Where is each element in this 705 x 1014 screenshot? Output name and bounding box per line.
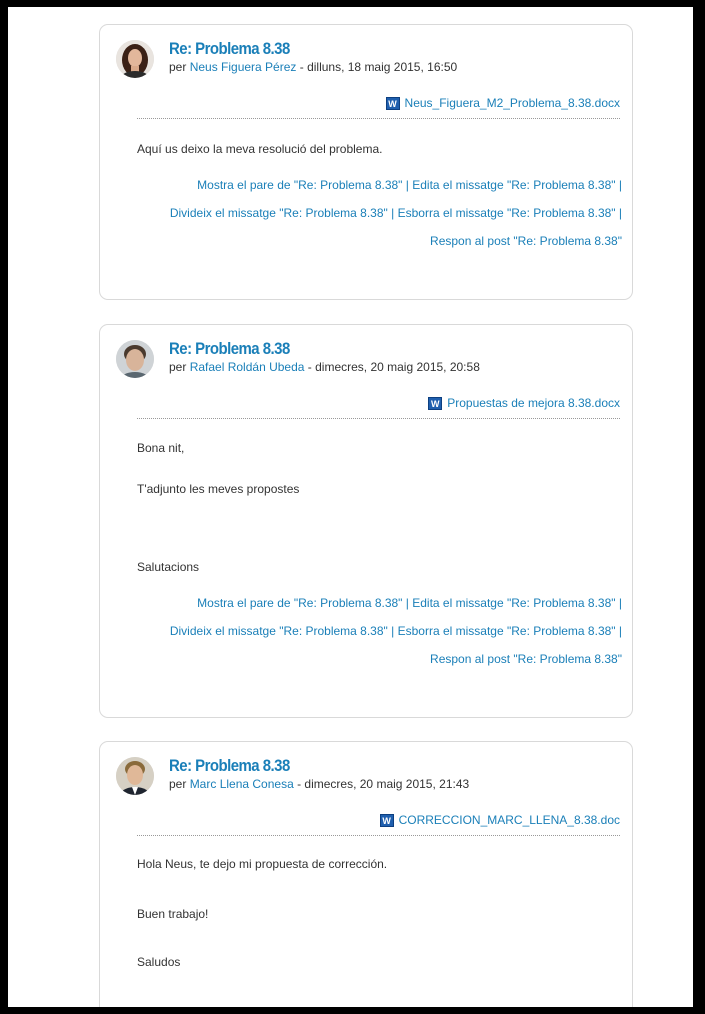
post-commands: Mostra el pare de "Re: Problema 8.38" | … bbox=[155, 171, 622, 255]
word-document-icon: W bbox=[385, 96, 400, 110]
separator: | bbox=[387, 206, 398, 220]
divider bbox=[137, 118, 620, 119]
attachment-link[interactable]: W Propuestas de mejora 8.38.docx bbox=[428, 396, 620, 410]
show-parent-link[interactable]: Mostra el pare de "Re: Problema 8.38" bbox=[197, 596, 402, 610]
message-line: T'adjunto les meves propostes bbox=[137, 482, 300, 496]
post-commands: Mostra el pare de "Re: Problema 8.38" | … bbox=[155, 589, 622, 673]
avatar-woman-icon bbox=[116, 40, 154, 78]
message-line: Hola Neus, te dejo mi propuesta de corre… bbox=[137, 857, 388, 871]
post-byline: per Neus Figuera Pérez - dilluns, 18 mai… bbox=[169, 60, 457, 74]
attachment-filename[interactable]: Neus_Figuera_M2_Problema_8.38.docx bbox=[405, 96, 620, 110]
post-subject[interactable]: Re: Problema 8.38 bbox=[169, 339, 290, 359]
message-line: Buen trabajo! bbox=[137, 907, 209, 921]
forum-discussion: Re: Problema 8.38 per Neus Figuera Pérez… bbox=[8, 7, 693, 1007]
author-link[interactable]: Rafael Roldán Ubeda bbox=[190, 360, 305, 374]
author-link[interactable]: Marc Llena Conesa bbox=[190, 777, 294, 791]
author-avatar[interactable] bbox=[116, 757, 154, 795]
reply-link[interactable]: Respon al post "Re: Problema 8.38" bbox=[430, 234, 622, 248]
show-parent-link[interactable]: Mostra el pare de "Re: Problema 8.38" bbox=[197, 178, 402, 192]
post-date: - dilluns, 18 maig 2015, 16:50 bbox=[296, 60, 458, 74]
divider bbox=[137, 835, 620, 836]
author-avatar[interactable] bbox=[116, 340, 154, 378]
split-link[interactable]: Divideix el missatge "Re: Problema 8.38" bbox=[170, 206, 388, 220]
edit-link[interactable]: Edita el missatge "Re: Problema 8.38" bbox=[412, 178, 615, 192]
avatar-man-icon bbox=[116, 340, 154, 378]
post-date: - dimecres, 20 maig 2015, 20:58 bbox=[304, 360, 480, 374]
post-subject[interactable]: Re: Problema 8.38 bbox=[169, 756, 290, 776]
by-prefix: per bbox=[169, 360, 187, 374]
separator: | bbox=[387, 624, 398, 638]
separator: | bbox=[402, 178, 413, 192]
by-prefix: per bbox=[169, 60, 187, 74]
message-line: Saludos bbox=[137, 955, 181, 969]
attachment-link[interactable]: W CORRECCION_MARC_LLENA_8.38.doc bbox=[379, 813, 620, 827]
post-date: - dimecres, 20 maig 2015, 21:43 bbox=[293, 777, 470, 791]
message-line: Salutacions bbox=[137, 560, 200, 574]
message-line: Bona nit, bbox=[137, 441, 185, 455]
delete-link[interactable]: Esborra el missatge "Re: Problema 8.38" bbox=[398, 624, 616, 638]
split-link[interactable]: Divideix el missatge "Re: Problema 8.38" bbox=[170, 624, 388, 638]
divider bbox=[137, 418, 620, 419]
post-byline: per Rafael Roldán Ubeda - dimecres, 20 m… bbox=[169, 360, 480, 374]
edit-link[interactable]: Edita el missatge "Re: Problema 8.38" bbox=[412, 596, 615, 610]
word-document-icon: W bbox=[379, 813, 394, 827]
delete-link[interactable]: Esborra el missatge "Re: Problema 8.38" bbox=[398, 206, 616, 220]
message-line: Aquí us deixo la meva resolució del prob… bbox=[137, 142, 383, 156]
post-subject[interactable]: Re: Problema 8.38 bbox=[169, 39, 290, 59]
reply-link[interactable]: Respon al post "Re: Problema 8.38" bbox=[430, 652, 622, 666]
separator: | bbox=[615, 178, 622, 192]
post-byline: per Marc Llena Conesa - dimecres, 20 mai… bbox=[169, 777, 469, 791]
by-prefix: per bbox=[169, 777, 187, 791]
author-link[interactable]: Neus Figuera Pérez bbox=[190, 60, 297, 74]
separator: | bbox=[615, 624, 622, 638]
attachment-link[interactable]: W Neus_Figuera_M2_Problema_8.38.docx bbox=[385, 96, 620, 110]
separator: | bbox=[615, 206, 622, 220]
forum-post: Re: Problema 8.38 per Rafael Roldán Ubed… bbox=[99, 324, 633, 718]
avatar-man-suit-icon bbox=[116, 757, 154, 795]
author-avatar[interactable] bbox=[116, 40, 154, 78]
forum-post: Re: Problema 8.38 per Neus Figuera Pérez… bbox=[99, 24, 633, 300]
attachment-filename[interactable]: CORRECCION_MARC_LLENA_8.38.doc bbox=[399, 813, 620, 827]
word-document-icon: W bbox=[428, 396, 443, 410]
forum-post: Re: Problema 8.38 per Marc Llena Conesa … bbox=[99, 741, 633, 1007]
separator: | bbox=[402, 596, 413, 610]
attachment-filename[interactable]: Propuestas de mejora 8.38.docx bbox=[447, 396, 620, 410]
separator: | bbox=[615, 596, 622, 610]
